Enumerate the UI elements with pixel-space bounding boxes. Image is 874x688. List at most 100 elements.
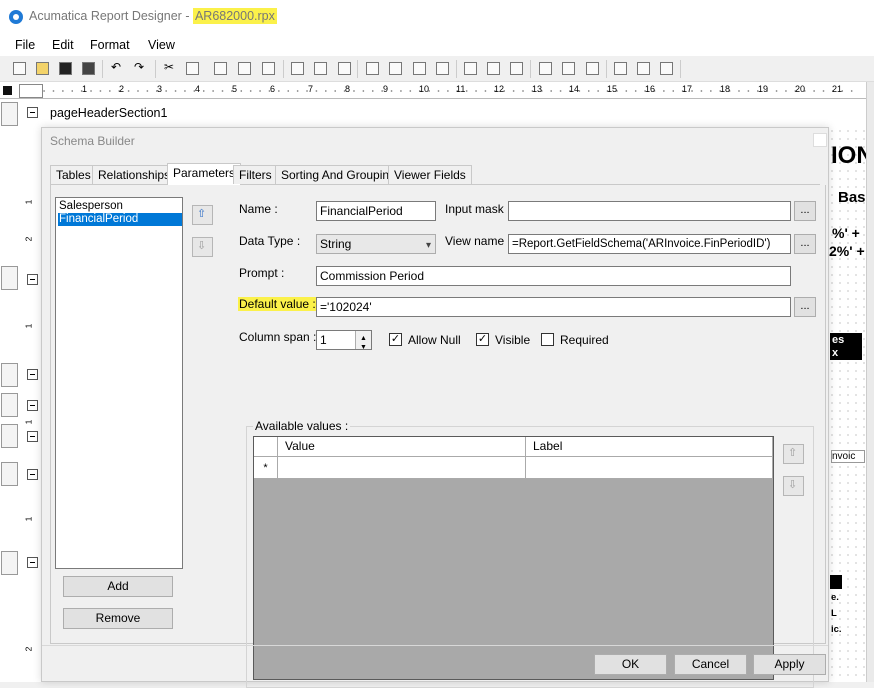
vruler-number: 2 [23, 236, 34, 242]
spin-arrows-icon[interactable] [355, 331, 371, 349]
name-field[interactable]: FinancialPeriod [316, 201, 436, 221]
canvas-block [830, 575, 842, 589]
new-report-icon[interactable] [13, 62, 26, 75]
add-button[interactable]: Add [63, 576, 173, 597]
parameter-list[interactable]: Salesperson FinancialPeriod [55, 197, 183, 569]
collapse-section-button[interactable] [27, 107, 38, 118]
paste-icon[interactable] [214, 62, 227, 75]
collapse-section-button[interactable] [27, 274, 38, 285]
ruler-unit-box [19, 84, 43, 98]
column-span-value: 1 [320, 333, 327, 347]
collapse-section-button[interactable] [27, 557, 38, 568]
hspace-equal-icon[interactable] [539, 62, 552, 75]
save-as-icon[interactable] [82, 62, 95, 75]
undo-icon[interactable]: ↶ [111, 60, 124, 74]
move-down-button[interactable]: ⇩ [192, 237, 213, 257]
align-right-icon[interactable] [338, 62, 351, 75]
default-value-ellipsis-button[interactable]: ... [794, 297, 816, 317]
menu-view[interactable]: View [148, 38, 175, 52]
ruler-number: 2 [119, 84, 125, 94]
table-row[interactable]: * [254, 457, 773, 479]
section-handle[interactable] [1, 551, 18, 575]
section-handle[interactable] [1, 393, 18, 417]
values-move-down-button[interactable]: ⇩ [783, 476, 804, 496]
same-width-icon[interactable] [464, 62, 477, 75]
align-top-icon[interactable] [366, 62, 379, 75]
collapse-section-button[interactable] [27, 431, 38, 442]
remove-button[interactable]: Remove [63, 608, 173, 629]
prompt-field[interactable]: Commission Period [316, 266, 791, 286]
window-title-prefix: Acumatica Report Designer - [29, 9, 193, 23]
default-value-field[interactable]: ='102024' [316, 297, 791, 317]
section-handle[interactable] [1, 462, 18, 486]
tab-viewer-fields[interactable]: Viewer Fields [388, 165, 472, 184]
list-item[interactable]: Salesperson [58, 200, 182, 213]
vertical-scrollbar[interactable] [866, 82, 874, 682]
ruler-number: 6 [270, 84, 276, 94]
input-mask-ellipsis-button[interactable]: ... [794, 201, 816, 221]
align-left-icon[interactable] [291, 62, 304, 75]
copy-icon[interactable] [186, 62, 199, 75]
tab-filters[interactable]: Filters [233, 165, 278, 184]
vspace-equal-icon[interactable] [614, 62, 627, 75]
list-item-selected[interactable]: FinancialPeriod [58, 213, 182, 226]
same-height-icon[interactable] [487, 62, 500, 75]
view-name-field[interactable]: =Report.GetFieldSchema('ARInvoice.FinPer… [508, 234, 791, 254]
data-type-select[interactable]: String ▾ [316, 234, 436, 254]
tab-relationships[interactable]: Relationships [92, 165, 177, 184]
input-mask-field[interactable] [508, 201, 791, 221]
redo-icon[interactable]: ↷ [134, 60, 147, 74]
section-handle[interactable] [1, 102, 18, 126]
menu-bar: File Edit Format View [0, 34, 874, 56]
column-header-value[interactable]: Value [278, 437, 526, 457]
value-cell[interactable] [278, 457, 526, 479]
name-label: Name : [239, 202, 278, 216]
tab-sorting-grouping[interactable]: Sorting And Grouping [275, 165, 402, 184]
available-values-grid[interactable]: Value Label * [253, 436, 774, 680]
apply-button[interactable]: Apply [753, 654, 826, 675]
column-span-stepper[interactable]: 1 [316, 330, 372, 350]
visible-checkbox[interactable]: ✓ [476, 333, 489, 346]
hspace-increase-icon[interactable] [562, 62, 575, 75]
cut-icon[interactable]: ✂ [164, 60, 177, 74]
canvas-text: nvoic [831, 450, 865, 463]
collapse-section-button[interactable] [27, 400, 38, 411]
values-move-up-button[interactable]: ⇧ [783, 444, 804, 464]
vspace-increase-icon[interactable] [637, 62, 650, 75]
tab-tables[interactable]: Tables [50, 165, 97, 184]
cancel-button[interactable]: Cancel [674, 654, 747, 675]
same-size-icon[interactable] [510, 62, 523, 75]
send-back-icon[interactable] [262, 62, 275, 75]
label-cell[interactable] [526, 457, 773, 479]
arrow-up-icon: ⇧ [197, 208, 207, 220]
menu-file[interactable]: File [15, 38, 35, 52]
open-folder-icon[interactable] [36, 62, 49, 75]
view-name-ellipsis-button[interactable]: ... [794, 234, 816, 254]
close-icon[interactable] [813, 133, 827, 147]
align-bottom-icon[interactable] [413, 62, 426, 75]
section-handle[interactable] [1, 266, 18, 290]
allow-null-checkbox[interactable]: ✓ [389, 333, 402, 346]
required-checkbox[interactable] [541, 333, 554, 346]
vertical-ruler: 1 2 3 1 1 1 2 [20, 99, 42, 682]
collapse-section-button[interactable] [27, 369, 38, 380]
ok-button[interactable]: OK [594, 654, 667, 675]
menu-edit[interactable]: Edit [52, 38, 74, 52]
section-handle[interactable] [1, 363, 18, 387]
section-handle[interactable] [1, 424, 18, 448]
canvas-text: ION [831, 142, 866, 169]
vspace-decrease-icon[interactable] [660, 62, 673, 75]
align-center-icon[interactable] [314, 62, 327, 75]
move-up-button[interactable]: ⇧ [192, 205, 213, 225]
column-header-label[interactable]: Label [526, 437, 773, 457]
align-grid-icon[interactable] [436, 62, 449, 75]
save-icon[interactable] [59, 62, 72, 75]
bring-front-icon[interactable] [238, 62, 251, 75]
toolbar-separator [680, 60, 681, 78]
align-middle-icon[interactable] [389, 62, 402, 75]
hspace-decrease-icon[interactable] [586, 62, 599, 75]
menu-format[interactable]: Format [90, 38, 130, 52]
collapse-section-button[interactable] [27, 469, 38, 480]
column-span-label: Column span : [239, 330, 317, 344]
tab-parameters[interactable]: Parameters [167, 163, 242, 185]
